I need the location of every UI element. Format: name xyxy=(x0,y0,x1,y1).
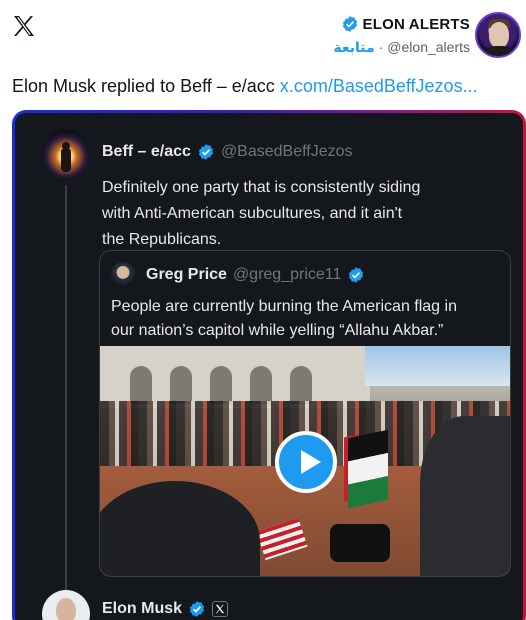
x-logo-icon[interactable] xyxy=(12,14,36,38)
tweet-body: Elon Musk replied to Beff – e/acc xyxy=(12,76,280,96)
verified-badge-icon xyxy=(349,267,364,283)
verified-badge-icon xyxy=(342,16,357,32)
video-thumbnail xyxy=(100,346,510,576)
beff-header: Beff – e/acc @BasedBeffJezos xyxy=(102,143,353,161)
musk-avatar xyxy=(42,590,90,620)
greg-name: Greg Price xyxy=(146,266,227,283)
musk-header: Elon Musk xyxy=(102,600,229,618)
screenshot-inner: Beff – e/acc @BasedBeffJezos Definitely … xyxy=(15,113,523,620)
author-avatar[interactable] xyxy=(475,12,521,58)
x-affiliate-badge-icon xyxy=(212,601,229,617)
text-line: Definitely one party that is consistentl… xyxy=(102,179,421,196)
text-line: with Anti-American subcultures, and it a… xyxy=(102,205,403,222)
thread-line xyxy=(65,185,67,590)
greg-header: Greg Price @greg_price11 xyxy=(110,262,365,288)
verified-badge-icon xyxy=(198,144,214,160)
author-handle-row: متابعة · @elon_alerts xyxy=(333,39,470,56)
text-line: People are currently burning the America… xyxy=(111,298,457,315)
beff-text: Definitely one party that is consistentl… xyxy=(102,175,462,253)
text-line: our nation’s capitol while yelling “Alla… xyxy=(111,322,444,339)
author-handle[interactable]: @elon_alerts xyxy=(387,39,470,56)
follow-button[interactable]: متابعة xyxy=(333,39,374,56)
greg-avatar xyxy=(110,262,136,288)
tweet-text: Elon Musk replied to Beff – e/acc x.com/… xyxy=(12,76,478,97)
greg-text: People are currently burning the America… xyxy=(111,295,503,343)
author-name-row: ELON ALERTS xyxy=(333,15,470,33)
beff-avatar xyxy=(42,130,90,178)
beff-name: Beff – e/acc xyxy=(102,143,191,160)
play-icon[interactable] xyxy=(275,431,337,493)
musk-name: Elon Musk xyxy=(102,600,183,617)
quoted-tweet: Greg Price @greg_price11 People are curr… xyxy=(99,250,511,577)
greg-handle: @greg_price11 xyxy=(232,266,342,283)
author-name[interactable]: ELON ALERTS xyxy=(363,16,470,33)
beff-handle: @BasedBeffJezos xyxy=(220,143,353,160)
tweet-link[interactable]: x.com/BasedBeffJezos... xyxy=(280,76,478,96)
tweet-author: ELON ALERTS متابعة · @elon_alerts xyxy=(333,15,470,56)
embedded-screenshot[interactable]: Beff – e/acc @BasedBeffJezos Definitely … xyxy=(12,110,526,620)
verified-badge-icon xyxy=(189,601,205,617)
separator: · xyxy=(378,39,384,55)
